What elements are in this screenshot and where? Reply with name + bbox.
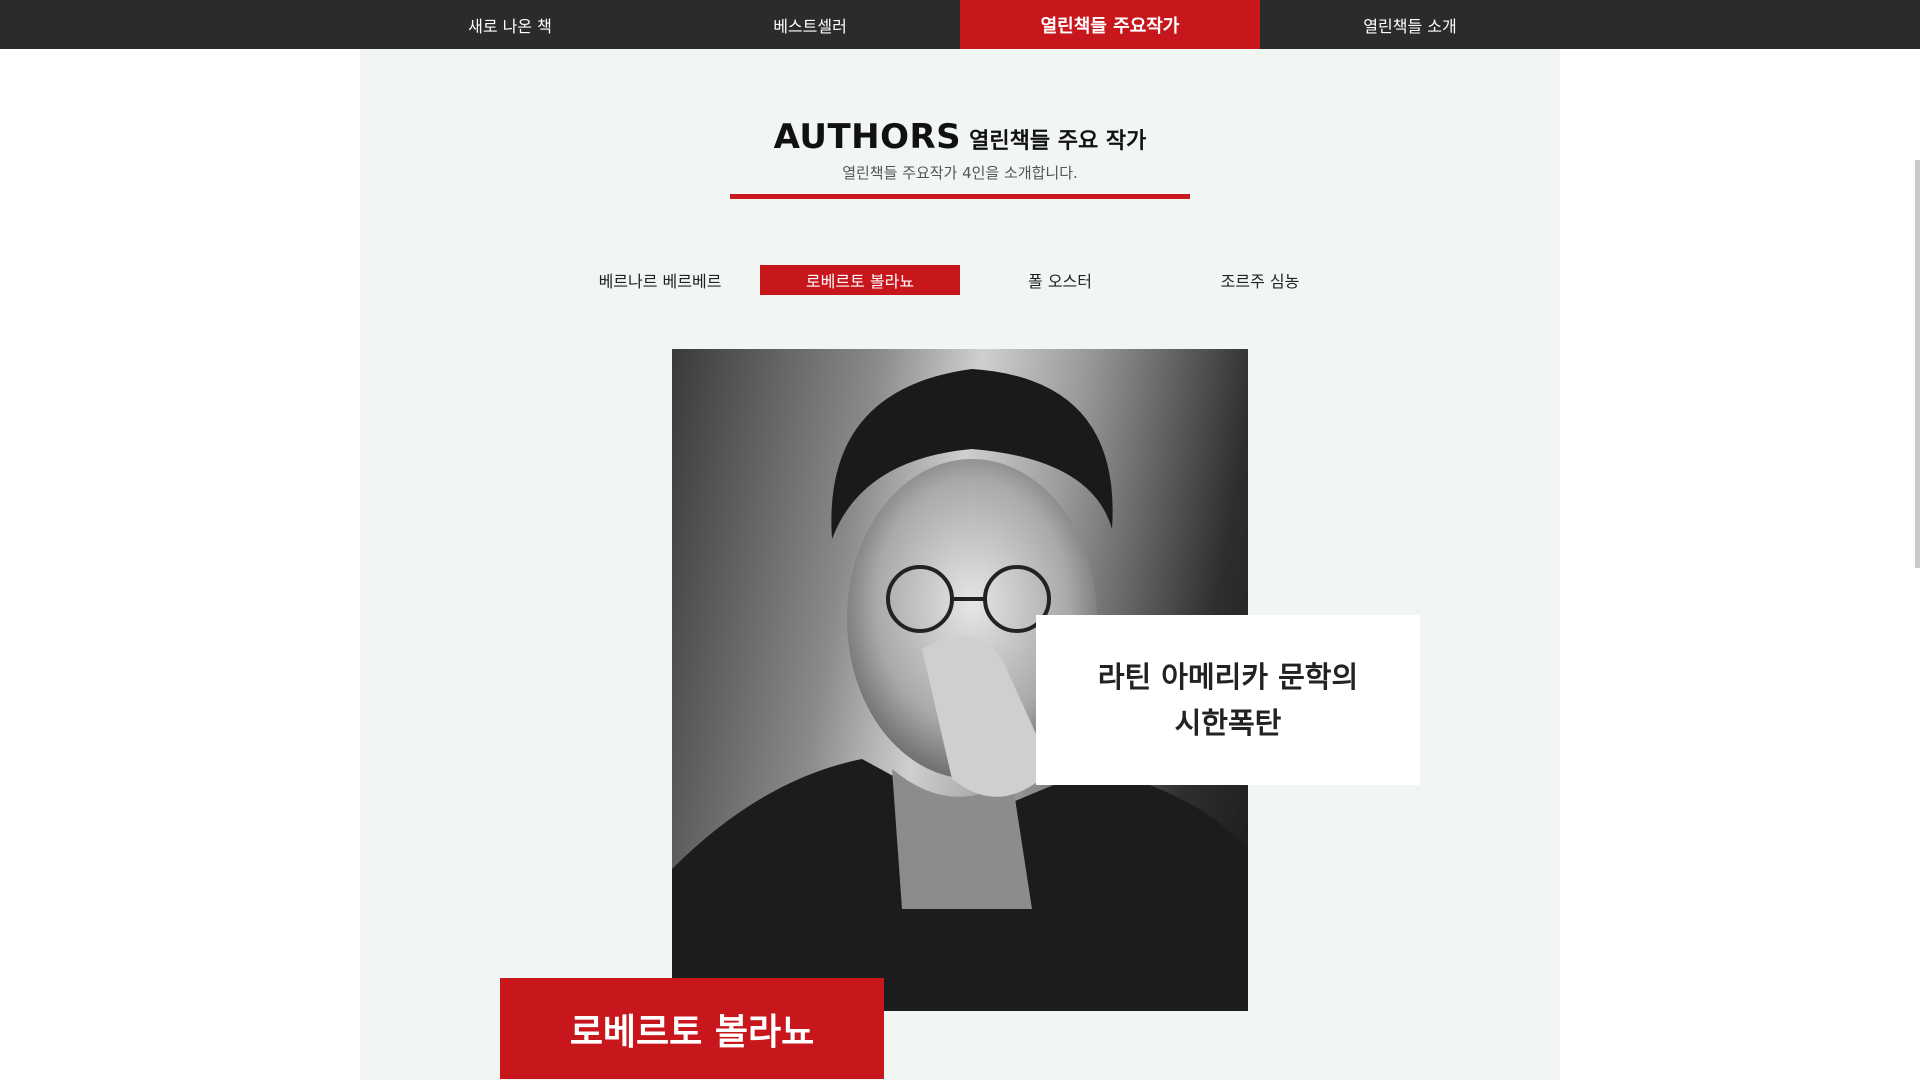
title-underline <box>730 194 1190 199</box>
nav-item-new-books[interactable]: 새로 나온 책 <box>360 0 660 49</box>
tagline-line-2: 시한폭탄 <box>1174 706 1282 740</box>
authors-section: AUTHORS 열린책들 주요 작가 열린책들 주요작가 4인을 소개합니다. 베… <box>360 49 1560 1080</box>
tab-roberto-bolano[interactable]: 로베르토 볼라뇨 <box>760 265 960 295</box>
tagline-line-1: 라틴 아메리카 문학의 <box>1097 660 1359 694</box>
tab-georges-simenon[interactable]: 조르주 심농 <box>1160 265 1360 295</box>
page-scrollbar[interactable] <box>1915 160 1920 568</box>
top-navigation: 새로 나온 책 베스트셀러 열린책들 주요작가 열린책들 소개 <box>0 0 1920 49</box>
section-title: AUTHORS 열린책들 주요 작가 <box>360 117 1560 157</box>
nav-item-label: 베스트셀러 <box>773 16 847 36</box>
section-subtitle: 열린책들 주요작가 4인을 소개합니다. <box>842 164 1078 182</box>
section-title-en: AUTHORS <box>773 117 962 157</box>
tab-bernard-werber[interactable]: 베르나르 베르베르 <box>560 265 760 295</box>
nav-item-label: 새로 나온 책 <box>468 16 552 36</box>
tab-paul-auster[interactable]: 폴 오스터 <box>960 265 1160 295</box>
nav-item-label: 열린책들 소개 <box>1363 16 1457 36</box>
nav-item-about[interactable]: 열린책들 소개 <box>1260 0 1560 49</box>
author-name-banner: 로베르토 볼라뇨 <box>500 978 884 1079</box>
nav-item-bestsellers[interactable]: 베스트셀러 <box>660 0 960 49</box>
nav-item-label: 열린책들 주요작가 <box>1040 15 1180 37</box>
author-tagline-card: 라틴 아메리카 문학의 시한폭탄 <box>1036 615 1420 785</box>
section-title-ko: 열린책들 주요 작가 <box>969 129 1147 154</box>
nav-item-major-authors[interactable]: 열린책들 주요작가 <box>960 0 1260 49</box>
